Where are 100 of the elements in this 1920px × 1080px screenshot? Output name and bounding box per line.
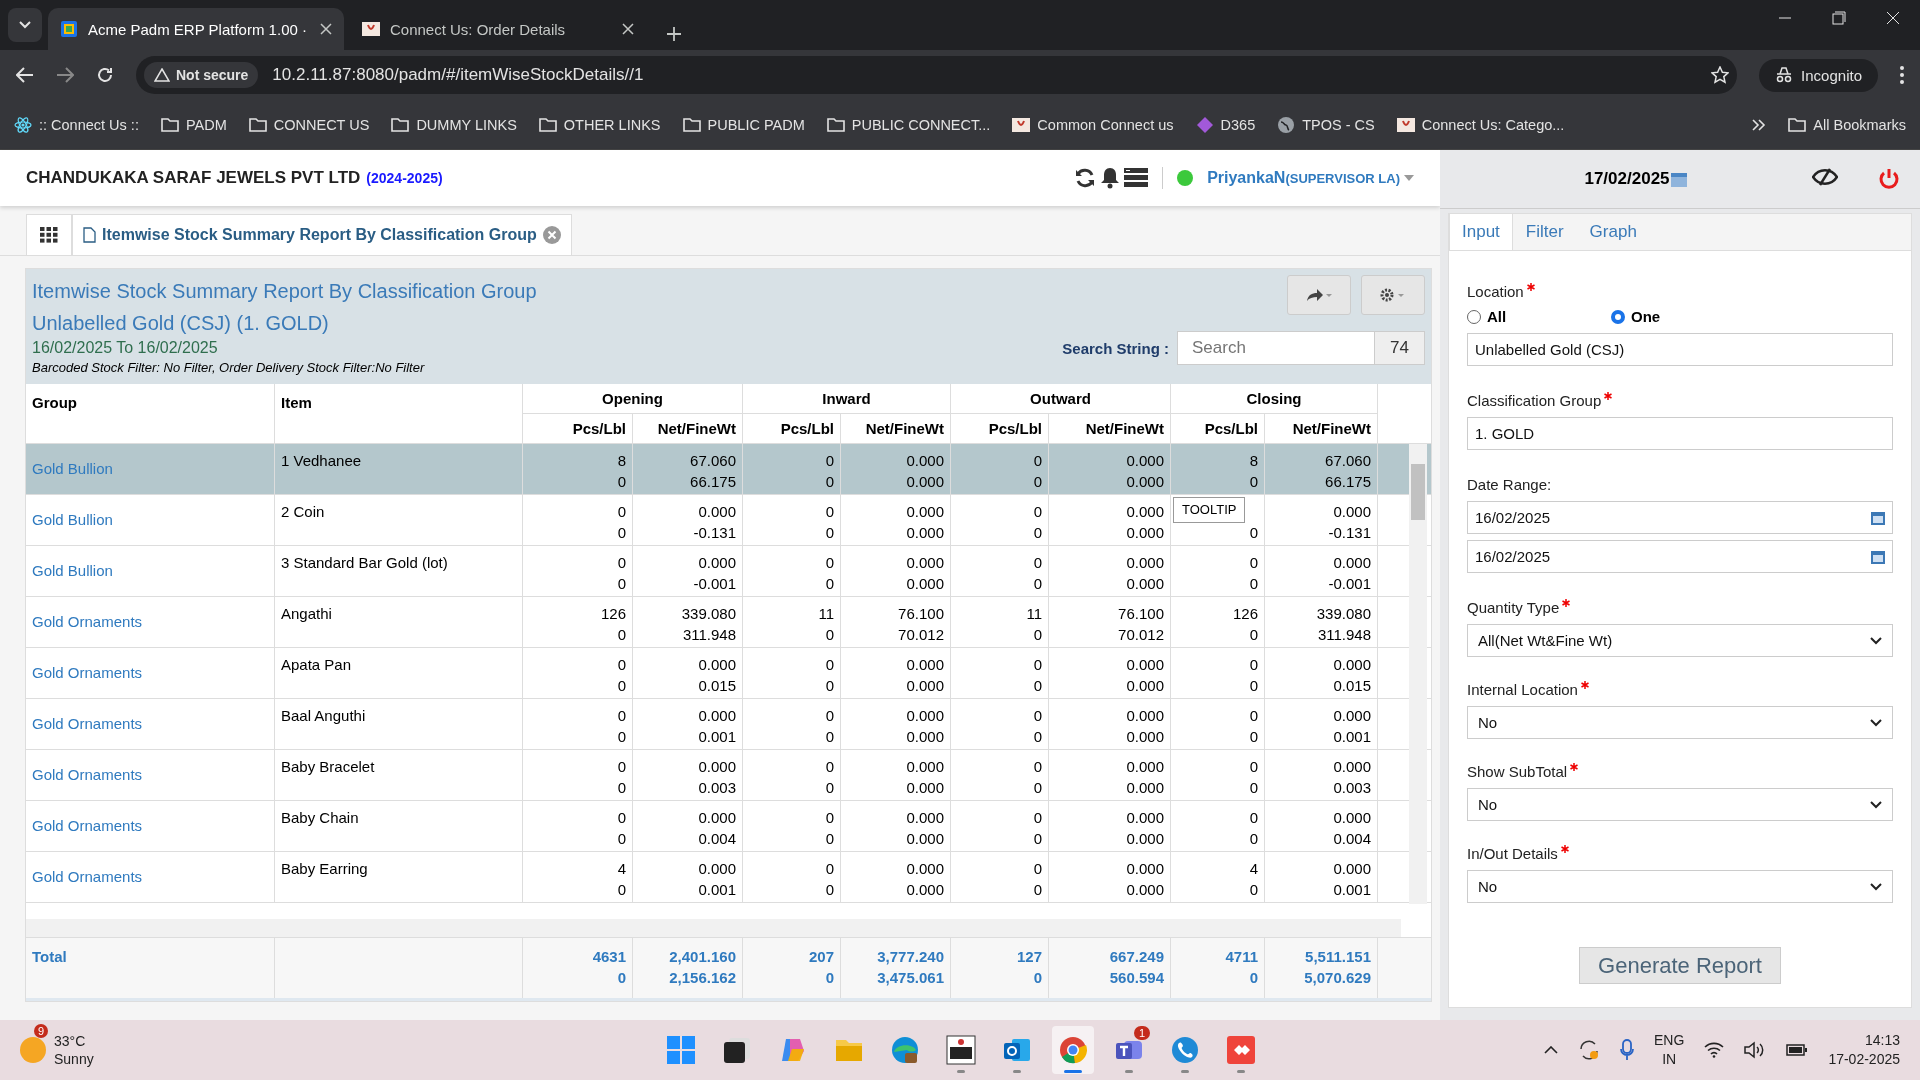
wifi-icon[interactable]	[1704, 1042, 1725, 1058]
restore-icon[interactable]	[1832, 11, 1846, 25]
calendar-icon[interactable]	[1871, 510, 1885, 525]
table-cell-text: 0	[1033, 757, 1042, 777]
dropdown-field[interactable]: No	[1467, 706, 1893, 739]
search-field[interactable]: Search	[1177, 331, 1375, 365]
apps-grid-button[interactable]	[26, 214, 72, 255]
group-link[interactable]: Gold Ornaments	[32, 764, 268, 785]
panel-tab[interactable]: Input	[1449, 213, 1513, 250]
bell-icon[interactable]	[1100, 167, 1121, 190]
site-logo-icon	[1396, 117, 1415, 132]
browser-tab[interactable]: Connect Us: Order Details	[350, 8, 646, 50]
group-link[interactable]: Gold Ornaments	[32, 866, 268, 887]
profile-button[interactable]: Incognito	[1759, 58, 1878, 92]
clock-time[interactable]: 14:13	[1864, 1031, 1900, 1050]
text-field[interactable]: 1. GOLD	[1467, 417, 1893, 450]
bookmark-star-icon[interactable]	[1711, 66, 1730, 84]
new-tab-icon[interactable]	[666, 26, 682, 42]
power-icon[interactable]	[1878, 168, 1900, 190]
dropdown-field[interactable]: No	[1467, 870, 1893, 903]
share-button[interactable]	[1287, 275, 1351, 315]
table-cell-text: 0	[825, 523, 834, 543]
bookmark-item[interactable]: PADM	[160, 116, 227, 133]
group-link[interactable]: Gold Ornaments	[32, 611, 268, 632]
table-cell-text: 0.000	[1126, 553, 1164, 573]
remote-desktop-icon[interactable]	[1226, 1035, 1256, 1065]
table-cell-text: 339.080	[1316, 604, 1371, 624]
bookmark-item[interactable]: OTHER LINKS	[538, 116, 661, 133]
input-language[interactable]: ENG	[1654, 1031, 1685, 1050]
close-icon[interactable]	[622, 23, 634, 35]
bookmark-item[interactable]: :: Connect Us ::	[14, 115, 139, 134]
bookmark-item[interactable]: CONNECT US	[248, 116, 370, 133]
calendar-icon[interactable]	[1669, 170, 1688, 188]
column-group-header: Outward	[951, 384, 1171, 414]
address-bar[interactable]: Not secure 10.2.11.87:8080/padm/#/itemWiseStockDetails//1	[136, 56, 1738, 94]
edge-browser-icon[interactable]	[890, 1035, 920, 1065]
group-link[interactable]: Gold Ornaments	[32, 662, 268, 683]
forward-icon[interactable]	[56, 67, 74, 83]
server-icon[interactable]	[1124, 168, 1149, 189]
task-view-icon[interactable]	[722, 1035, 752, 1065]
bookmark-item[interactable]: TPOS - CS	[1277, 115, 1375, 134]
dropdown-field[interactable]: All(Net Wt&Fine Wt)	[1467, 624, 1893, 657]
date-field[interactable]: 16/02/2025	[1467, 501, 1893, 534]
user-name[interactable]: PriyankaN	[1207, 169, 1286, 188]
vertical-scrollbar[interactable]	[1409, 444, 1427, 904]
notification-badge: 1	[1133, 1026, 1150, 1040]
bookmark-item[interactable]: Connect Us: Catego...	[1396, 116, 1565, 133]
settings-button[interactable]	[1361, 275, 1425, 315]
table-cell-text: Baal Anguthi	[281, 706, 367, 726]
all-bookmarks-item[interactable]: All Bookmarks	[1788, 116, 1906, 133]
group-link[interactable]: Gold Ornaments	[32, 815, 268, 836]
bookmark-item[interactable]: DUMMY LINKS	[391, 116, 517, 133]
battery-icon[interactable]	[1786, 1043, 1809, 1057]
radio-option[interactable]: All	[1467, 308, 1611, 325]
security-chip[interactable]: Not secure	[144, 62, 259, 88]
menu-icon[interactable]	[1900, 66, 1904, 84]
bookmark-item[interactable]: D365	[1195, 115, 1256, 134]
table-cell-text: 0	[1249, 523, 1258, 543]
chevron-down-icon	[1870, 718, 1882, 727]
vnc-viewer-icon[interactable]	[946, 1035, 976, 1065]
microphone-icon[interactable]	[1620, 1039, 1635, 1061]
date-field[interactable]: 16/02/2025	[1467, 540, 1893, 573]
sync-icon[interactable]	[1578, 1039, 1601, 1061]
refresh-icon[interactable]	[1074, 167, 1097, 190]
tab-search-button[interactable]	[8, 8, 42, 42]
grid-icon	[40, 227, 58, 243]
panel-tab[interactable]: Filter	[1512, 213, 1577, 250]
panel-tab[interactable]: Graph	[1576, 213, 1650, 250]
chevron-up-icon[interactable]	[1544, 1046, 1559, 1054]
horizontal-scrollbar[interactable]	[26, 919, 1401, 937]
phone-app-icon[interactable]	[1170, 1035, 1200, 1065]
caret-icon[interactable]	[1404, 175, 1414, 182]
table-cell-text: 0.000	[906, 553, 944, 573]
hidden-eye-icon[interactable]	[1812, 168, 1838, 186]
bookmark-item[interactable]: Common Connect us	[1012, 116, 1174, 133]
calendar-icon[interactable]	[1871, 549, 1885, 564]
table-cell-text: 2 Coin	[281, 502, 326, 522]
clock-date[interactable]: 17-02-2025	[1828, 1050, 1900, 1069]
report-tab[interactable]: Itemwise Stock Summary Report By Classification Group	[72, 214, 572, 255]
table-cell-text: 8	[1249, 451, 1258, 471]
table-cell-text: 0	[617, 880, 626, 900]
radio-option[interactable]: One	[1611, 308, 1755, 325]
dropdown-field[interactable]: No	[1467, 788, 1893, 821]
text-field[interactable]: Unlabelled Gold (CSJ)	[1467, 333, 1893, 366]
chevrons-right-icon[interactable]	[1752, 118, 1767, 131]
group-link[interactable]: Gold Bullion	[32, 509, 268, 530]
chrome-browser-icon[interactable]	[1058, 1035, 1088, 1065]
reload-icon[interactable]	[96, 66, 114, 84]
bookmark-item[interactable]: PUBLIC CONNECT...	[826, 116, 991, 133]
input-region[interactable]: IN	[1662, 1050, 1677, 1069]
total-cell-text: 3,475.061	[877, 968, 944, 988]
close-icon[interactable]	[320, 23, 332, 35]
group-link[interactable]: Gold Ornaments	[32, 713, 268, 734]
generate-report-button[interactable]: Generate Report	[1579, 947, 1781, 984]
browser-tab[interactable]: Acme Padm ERP Platform 1.00 ·	[48, 8, 344, 50]
back-icon[interactable]	[16, 67, 34, 83]
table-cell-text: 0.000	[1126, 808, 1164, 828]
bookmark-item[interactable]: PUBLIC PADM	[682, 116, 805, 133]
close-icon[interactable]	[1886, 11, 1900, 25]
group-link[interactable]: Gold Bullion	[32, 560, 268, 581]
